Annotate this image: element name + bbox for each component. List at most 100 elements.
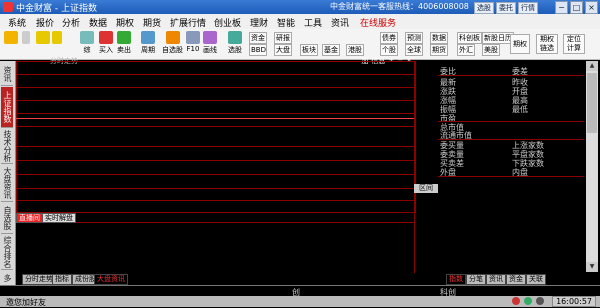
maximize-button[interactable]: □	[570, 1, 583, 14]
futures-button[interactable]: 期货	[430, 44, 448, 56]
news-tab-bar: 直播间 实时解盘	[16, 212, 414, 223]
tab-info[interactable]: 资讯	[486, 274, 506, 285]
connection-icon	[524, 297, 532, 305]
quote-button[interactable]: 行情	[518, 2, 538, 14]
tab-ticks[interactable]: 分笔	[466, 274, 486, 285]
grid-line	[16, 126, 414, 127]
intraday-chart-area[interactable]	[16, 61, 416, 213]
invite-friends-link[interactable]: 邀您加好友	[6, 297, 46, 308]
menu-smart[interactable]: 智能	[277, 16, 295, 29]
forex-button[interactable]: 外汇	[457, 44, 475, 56]
tab-indicator[interactable]: 指标	[52, 274, 72, 285]
back-button[interactable]	[36, 31, 50, 57]
scroll-up-icon[interactable]: ▲	[586, 61, 598, 71]
stock-pick-button[interactable]: 选股	[474, 2, 494, 14]
tab-index[interactable]: 指数	[446, 274, 466, 285]
menu-bar: 系统 报价 分析 数据 期权 期货 扩展行情 创业板 理财 智能 工具 资讯 在…	[0, 14, 600, 30]
menu-options[interactable]: 期权	[116, 16, 134, 29]
fund-button[interactable]: 数据	[430, 32, 448, 44]
window-title: 中金财富 - 上证指数	[16, 4, 97, 14]
tab-intraday[interactable]: 分时走势	[22, 274, 56, 285]
baseline	[16, 118, 414, 119]
forecast-button[interactable]: 大盘	[274, 44, 292, 56]
grid-line	[16, 174, 414, 175]
ipo-calendar-button[interactable]: 港股	[346, 44, 364, 56]
us-stock-button[interactable]: 美股	[482, 44, 500, 56]
stock-button[interactable]: 个股	[380, 44, 398, 56]
divider	[438, 176, 584, 177]
grid-line	[16, 188, 414, 189]
market-button[interactable]: 债券	[380, 32, 398, 44]
grid-line	[16, 146, 414, 147]
tab-live-commentary[interactable]: 实时解盘	[42, 213, 76, 223]
tab-related[interactable]: 关联	[526, 274, 546, 285]
composite-icon	[80, 31, 94, 44]
range-label[interactable]: 区间	[414, 184, 438, 193]
menu-quotes[interactable]: 报价	[36, 16, 54, 29]
sidebar-tab-sse-index[interactable]: 上证指数	[1, 87, 13, 128]
menu-wealth[interactable]: 理财	[250, 16, 268, 29]
scroll-thumb[interactable]	[587, 73, 597, 133]
position-calc-button[interactable]: 定位 计算	[563, 34, 585, 54]
options-chain-button[interactable]: 期权 链选	[536, 34, 558, 54]
menu-futures[interactable]: 期货	[143, 16, 161, 29]
document-icon	[186, 31, 200, 44]
home-button[interactable]	[4, 31, 18, 57]
vertical-scrollbar[interactable]: ▲ ▼	[586, 61, 598, 272]
alert-icon[interactable]	[512, 297, 520, 305]
research-button[interactable]: 研报	[274, 32, 292, 44]
tab-live-room[interactable]: 直播间	[16, 213, 43, 223]
tab-market-news[interactable]: 大盘资讯	[94, 274, 128, 285]
watchlist-button[interactable]: 自选股	[162, 31, 183, 57]
f10-button[interactable]: F10	[186, 31, 200, 57]
arrow-up-icon	[52, 31, 62, 44]
sidebar-tab-ranking[interactable]: 综合排名	[1, 235, 13, 270]
quote-label: 最低	[512, 105, 528, 114]
filter-icon	[228, 31, 242, 44]
period-button[interactable]: 周期	[141, 31, 155, 57]
hk-stock-button[interactable]: 科创板	[457, 32, 482, 44]
chevron-down-icon	[22, 31, 30, 44]
clock-icon	[141, 31, 155, 44]
menu-online-service[interactable]: 在线服务	[360, 16, 396, 29]
options-button[interactable]: 期权	[510, 34, 530, 54]
menu-gem[interactable]: 创业板	[214, 16, 241, 29]
sell-button[interactable]: 卖出	[117, 31, 131, 57]
scroll-down-icon[interactable]: ▼	[586, 262, 598, 272]
composite-button[interactable]: 综	[80, 31, 94, 57]
sell-icon	[117, 31, 131, 44]
data-button[interactable]: 板块	[300, 44, 318, 56]
stock-screen-button[interactable]: 选股	[228, 31, 242, 57]
menu-system[interactable]: 系统	[8, 16, 26, 29]
close-button[interactable]: ×	[585, 1, 598, 14]
menu-analysis[interactable]: 分析	[62, 16, 80, 29]
menu-extended[interactable]: 扩展行情	[170, 16, 206, 29]
sidebar-tab-tech-analysis[interactable]: 技术分析	[1, 129, 13, 164]
global-button[interactable]: 全球	[405, 44, 423, 56]
grid-line	[16, 200, 414, 201]
minimize-button[interactable]: −	[555, 1, 568, 14]
buy-button[interactable]: 买入	[99, 31, 113, 57]
menu-tools[interactable]: 工具	[304, 16, 322, 29]
sidebar-tab-more[interactable]: 多	[1, 271, 13, 286]
draw-line-button[interactable]: 画线	[203, 31, 217, 57]
grid-line	[16, 160, 414, 161]
app-logo-icon	[3, 2, 13, 12]
sector-button[interactable]: 预测	[405, 32, 423, 44]
trade-button[interactable]: 委托	[496, 2, 516, 14]
dropdown-button[interactable]	[22, 31, 30, 57]
sidebar-tab-news[interactable]: 资讯	[1, 63, 13, 86]
menu-data[interactable]: 数据	[89, 16, 107, 29]
tab-capital[interactable]: 资金	[506, 274, 526, 285]
star-market-button[interactable]: 基金	[322, 44, 340, 56]
bbd-badge[interactable]: BBD	[249, 44, 267, 56]
pencil-icon	[203, 31, 217, 44]
arrow-left-icon	[36, 31, 50, 44]
fund-flow-button[interactable]: 资金	[249, 32, 267, 44]
menu-news[interactable]: 资讯	[331, 16, 349, 29]
grid-line	[16, 100, 414, 101]
settings-icon[interactable]	[536, 297, 544, 305]
sidebar-tab-watchlist[interactable]: 自选股	[1, 203, 13, 234]
sidebar-tab-market-news[interactable]: 大盘资讯	[1, 165, 13, 202]
up-button[interactable]	[52, 31, 62, 57]
